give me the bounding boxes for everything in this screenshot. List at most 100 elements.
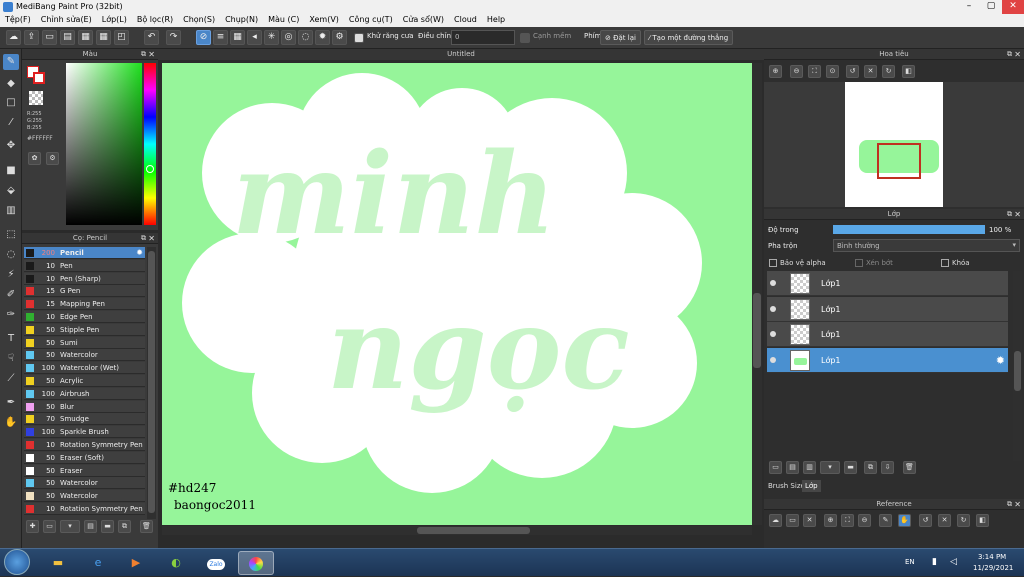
- background-color-swatch[interactable]: [33, 72, 45, 84]
- brush-item[interactable]: 50 Blur: [24, 400, 145, 413]
- undo-icon[interactable]: ↶: [144, 30, 159, 45]
- tab-layer[interactable]: Lớp: [802, 480, 821, 492]
- shape-tool-icon[interactable]: □: [3, 95, 19, 111]
- brush-item[interactable]: 100 Airbrush: [24, 387, 145, 400]
- delete-layer-icon[interactable]: 🗑: [903, 461, 916, 474]
- brush-item[interactable]: 15 Mapping Pen: [24, 298, 145, 311]
- visibility-icon[interactable]: [770, 305, 776, 312]
- protect-alpha-checkbox[interactable]: [769, 259, 777, 267]
- rotate-left-icon[interactable]: ↺: [846, 65, 859, 78]
- saturation-value-box[interactable]: [66, 63, 142, 225]
- brush-item[interactable]: 50 Acrylic: [24, 375, 145, 387]
- visibility-icon[interactable]: [770, 280, 776, 286]
- brush-item[interactable]: 10 Rotation Symmetry Pen: [24, 439, 145, 451]
- menu-edit[interactable]: Chỉnh sửa(E): [36, 14, 97, 24]
- eyedropper-tool-icon[interactable]: ✒: [3, 395, 19, 411]
- menu-file[interactable]: Tệp(F): [0, 14, 36, 24]
- brush-item[interactable]: 50 Sumi: [24, 336, 145, 349]
- brush-tool-icon[interactable]: ✎: [3, 54, 19, 70]
- snap-curve-icon[interactable]: ◌: [298, 30, 313, 45]
- brush-item[interactable]: 70 Smudge: [24, 413, 145, 426]
- popout-icon[interactable]: ⧉: [1007, 209, 1012, 220]
- rotate-reset-icon[interactable]: ✕: [864, 65, 877, 78]
- popout-icon[interactable]: ⧉: [141, 49, 146, 60]
- menu-tools[interactable]: Công cụ(T): [344, 14, 398, 24]
- medibang-taskbar-icon[interactable]: [238, 551, 274, 575]
- adjust-input[interactable]: 0: [451, 30, 515, 45]
- eraser-tool-icon[interactable]: ◆: [3, 76, 19, 92]
- brush-folder2-icon[interactable]: ▬: [101, 520, 114, 533]
- layer-folder-icon[interactable]: ▬: [844, 461, 857, 474]
- close-icon[interactable]: ✕: [1014, 209, 1021, 220]
- popout-icon[interactable]: ⧉: [1007, 499, 1012, 510]
- zoom-actual-icon[interactable]: ⊙: [826, 65, 839, 78]
- layer-menu-icon[interactable]: ▾: [820, 461, 840, 474]
- merge-layer-icon[interactable]: ⇩: [881, 461, 894, 474]
- reference-open-icon[interactable]: ▭: [786, 514, 799, 527]
- zoom-in-icon[interactable]: ⊕: [769, 65, 782, 78]
- snap-circle-icon[interactable]: ◎: [281, 30, 296, 45]
- menu-help[interactable]: Help: [482, 14, 510, 24]
- snap-settings-icon[interactable]: ✹: [315, 30, 330, 45]
- upload-icon[interactable]: ⇪: [24, 30, 39, 45]
- operation-tool-icon[interactable]: ☟: [3, 351, 19, 367]
- hue-slider[interactable]: [144, 63, 156, 225]
- duplicate-layer-icon[interactable]: ⧉: [864, 461, 877, 474]
- reference-close-icon[interactable]: ✕: [803, 514, 816, 527]
- soft-edge-checkbox[interactable]: [520, 33, 530, 43]
- maximize-button[interactable]: ▢: [980, 0, 1002, 14]
- opacity-slider[interactable]: [833, 225, 985, 234]
- canvas-tab[interactable]: Untitled: [158, 49, 764, 60]
- brush-dup-icon[interactable]: ⧉: [118, 520, 131, 533]
- palette-icon[interactable]: ✿: [28, 152, 41, 165]
- close-icon[interactable]: ✕: [1014, 499, 1021, 510]
- canvas[interactable]: minh ngọc #hd247 baongoc2011: [162, 63, 752, 525]
- brush-item[interactable]: 100 Watercolor (Wet): [24, 362, 145, 375]
- select-eraser-icon[interactable]: ✑: [3, 307, 19, 323]
- fill-rect-icon[interactable]: ■: [3, 163, 19, 179]
- grid-icon[interactable]: ▦: [78, 30, 93, 45]
- menu-view[interactable]: Xem(V): [304, 14, 344, 24]
- close-icon[interactable]: ✕: [148, 233, 155, 244]
- lasso-tool-icon[interactable]: ◌: [3, 247, 19, 263]
- zoom-out-icon[interactable]: ⊖: [790, 65, 803, 78]
- brush-scrollbar[interactable]: [147, 247, 156, 519]
- popout-icon[interactable]: ⧉: [1007, 49, 1012, 60]
- close-icon[interactable]: ✕: [1014, 49, 1021, 60]
- brush-item[interactable]: 15 G Pen: [24, 285, 145, 298]
- menu-snap[interactable]: Chụp(N): [220, 14, 263, 24]
- clock-date[interactable]: 11/29/2021: [973, 564, 1013, 572]
- layer-row[interactable]: Lớp1: [767, 271, 1008, 296]
- new-layer-icon[interactable]: ▭: [769, 461, 782, 474]
- tab-brush-size[interactable]: Brush Size: [768, 482, 805, 490]
- navigator-view[interactable]: [764, 82, 1024, 207]
- snap-gear-icon[interactable]: ⚙: [332, 30, 347, 45]
- reference-fit-icon[interactable]: ⛶: [841, 514, 854, 527]
- brush-delete-icon[interactable]: 🗑: [140, 520, 153, 533]
- brush-item[interactable]: 10 Pen (Sharp): [24, 272, 145, 285]
- antialias-checkbox[interactable]: [354, 33, 364, 43]
- visibility-icon[interactable]: [770, 331, 776, 337]
- snap-parallel-icon[interactable]: ≡: [213, 30, 228, 45]
- reference-pen-icon[interactable]: ✎: [879, 514, 892, 527]
- canvas-horizontal-scrollbar[interactable]: [162, 526, 752, 535]
- reference-flip-icon[interactable]: ◧: [976, 514, 989, 527]
- coccoc-taskbar-icon[interactable]: ◐: [158, 551, 194, 575]
- blend-select[interactable]: Bình thường ▾: [833, 239, 1020, 252]
- explorer-taskbar-icon[interactable]: ▬: [40, 551, 76, 575]
- zalo-taskbar-icon[interactable]: Zalo: [198, 551, 234, 575]
- media-taskbar-icon[interactable]: ▶: [118, 551, 154, 575]
- brush-copy-icon[interactable]: ▤: [84, 520, 97, 533]
- comment-icon[interactable]: ▭: [42, 30, 57, 45]
- close-icon[interactable]: ✕: [148, 49, 155, 60]
- menu-filter[interactable]: Bộ lọc(R): [132, 14, 178, 24]
- color-picker-icon[interactable]: ⚙: [46, 152, 59, 165]
- reset-button[interactable]: ⊘ Đặt lại: [600, 30, 641, 45]
- menu-window[interactable]: Cửa sổ(W): [398, 14, 449, 24]
- gradient-tool-icon[interactable]: ▥: [3, 203, 19, 219]
- close-button[interactable]: ✕: [1002, 0, 1024, 14]
- divide-tool-icon[interactable]: ⟋: [3, 371, 19, 387]
- layer-settings-icon[interactable]: ✹: [996, 354, 1005, 367]
- layer-scrollbar[interactable]: [1013, 271, 1022, 461]
- start-button[interactable]: [4, 549, 30, 575]
